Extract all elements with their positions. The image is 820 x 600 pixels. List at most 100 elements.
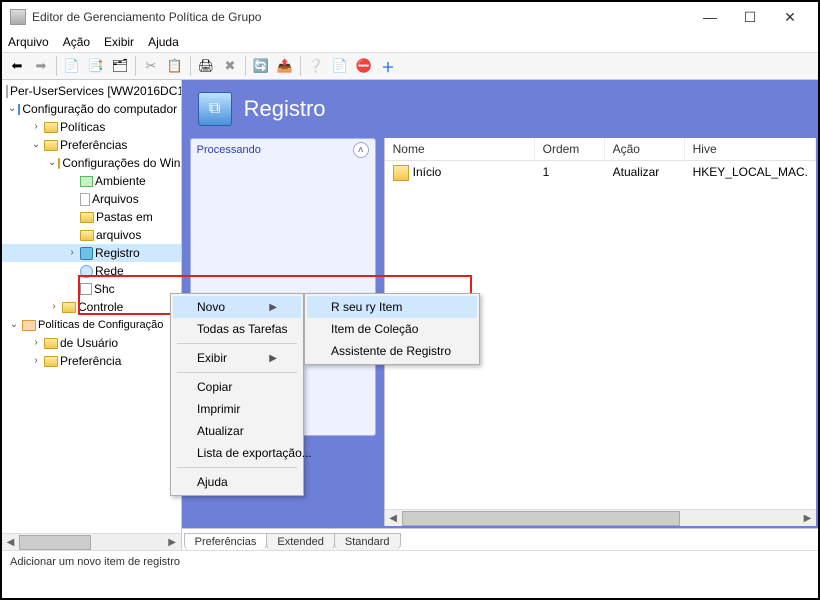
tree-preferencia2[interactable]: › Preferência xyxy=(2,352,181,370)
panel-header[interactable]: Processando ˄ xyxy=(191,139,375,161)
ctx-collection-item[interactable]: Item de Coleção xyxy=(307,318,477,340)
expand-icon[interactable]: › xyxy=(30,352,42,370)
export-icon[interactable]: 📤 xyxy=(274,55,296,77)
up-icon[interactable]: 📄 xyxy=(61,55,83,77)
expand-icon[interactable]: › xyxy=(30,118,42,136)
tree-user-config[interactable]: ⌄ Políticas de Configuração xyxy=(2,316,181,334)
menu-ajuda[interactable]: Ajuda xyxy=(148,35,179,49)
col-nome[interactable]: Nome xyxy=(385,138,535,160)
folder-icon xyxy=(62,302,76,313)
collapse-icon[interactable]: ⌄ xyxy=(8,316,20,334)
scroll-track[interactable] xyxy=(402,511,799,526)
collapse-icon[interactable]: ⌄ xyxy=(48,154,56,172)
add-icon[interactable]: ＋ xyxy=(377,55,399,77)
menu-separator xyxy=(177,343,297,344)
files-icon xyxy=(80,193,90,206)
scroll-right-icon[interactable]: ▶ xyxy=(164,535,181,550)
shortcut-icon xyxy=(80,283,92,295)
collapse-icon[interactable]: ⌄ xyxy=(30,136,42,154)
tree-config-windows[interactable]: ⌄ Configurações do Windows xyxy=(2,154,181,172)
ctx-novo[interactable]: Novo ▶ xyxy=(173,296,301,318)
delete-icon[interactable]: ✖ xyxy=(219,55,241,77)
minimize-button[interactable]: — xyxy=(690,5,730,29)
folder-icon xyxy=(44,356,58,367)
menu-separator xyxy=(177,372,297,373)
tree-h-scrollbar[interactable]: ◀ ▶ xyxy=(2,533,181,550)
col-hive[interactable]: Hive xyxy=(685,138,816,160)
tab-preferencias[interactable]: Preferências xyxy=(184,533,268,550)
cut-icon[interactable]: ✂ xyxy=(140,55,162,77)
ctx-label: Item de Coleção xyxy=(331,322,418,336)
policy-icon xyxy=(6,85,8,98)
scroll-track[interactable] xyxy=(19,535,164,550)
tree-politicas[interactable]: › Políticas xyxy=(2,118,181,136)
col-ordem[interactable]: Ordem xyxy=(535,138,605,160)
print-icon[interactable]: 🖨 xyxy=(195,55,217,77)
ctx-exibir[interactable]: Exibir ▶ xyxy=(173,347,301,369)
ctx-todas-tarefas[interactable]: Todas as Tarefas ▶ xyxy=(173,318,301,340)
tree-root[interactable]: Per-UserServices [WW2016DC1. xyxy=(2,82,181,100)
ctx-label: Ajuda xyxy=(197,475,228,489)
folder-icon xyxy=(58,158,60,169)
tree[interactable]: Per-UserServices [WW2016DC1. ⌄ Configura… xyxy=(2,80,181,372)
ctx-registry-wizard[interactable]: Assistente de Registro xyxy=(307,340,477,362)
cell-nome: Início xyxy=(385,163,535,183)
expand-icon[interactable]: › xyxy=(48,298,60,316)
tree-de-usuario[interactable]: › de Usuário xyxy=(2,334,181,352)
tree-shc[interactable]: Shc xyxy=(2,280,181,298)
expand-icon[interactable]: › xyxy=(30,334,42,352)
cell-text: Início xyxy=(413,165,442,179)
forward-icon[interactable]: ➡ xyxy=(30,55,52,77)
scroll-thumb[interactable] xyxy=(19,535,91,550)
tree-preferencias[interactable]: ⌄ Preferências xyxy=(2,136,181,154)
collapse-icon[interactable]: ⌄ xyxy=(8,100,16,118)
title-bar: Editor de Gerenciamento Política de Grup… xyxy=(2,2,818,32)
content-title: Registro xyxy=(244,96,326,122)
scroll-thumb[interactable] xyxy=(402,511,680,526)
tree-ambiente[interactable]: Ambiente xyxy=(2,172,181,190)
expand-icon[interactable]: › xyxy=(66,244,78,262)
help-icon[interactable]: ❔ xyxy=(305,55,327,77)
tree-rede[interactable]: Rede xyxy=(2,262,181,280)
ctx-ajuda[interactable]: Ajuda xyxy=(173,471,301,493)
scroll-left-icon[interactable]: ◀ xyxy=(385,511,402,526)
tree-arquivos2[interactable]: arquivos xyxy=(2,226,181,244)
ctx-atualizar[interactable]: Atualizar xyxy=(173,420,301,442)
list-row[interactable]: Início 1 Atualizar HKEY_LOCAL_MAC. xyxy=(385,161,816,185)
show-hide-icon[interactable]: 📑 xyxy=(85,55,107,77)
list-h-scrollbar[interactable]: ◀ ▶ xyxy=(385,509,816,526)
context-menu[interactable]: Novo ▶ Todas as Tarefas ▶ Exibir ▶ Copia… xyxy=(170,293,304,496)
tree-label: Ambiente xyxy=(95,172,146,190)
scroll-right-icon[interactable]: ▶ xyxy=(799,511,816,526)
close-button[interactable]: ✕ xyxy=(770,5,810,29)
context-submenu[interactable]: R seu ry Item Item de Coleção Assistente… xyxy=(304,293,480,365)
menu-arquivo[interactable]: Arquivo xyxy=(8,35,49,49)
tree-arquivos[interactable]: Arquivos xyxy=(2,190,181,208)
stop-icon[interactable]: ⛔ xyxy=(353,55,375,77)
properties-icon[interactable]: 📄 xyxy=(329,55,351,77)
menu-exibir[interactable]: Exibir xyxy=(104,35,134,49)
col-acao[interactable]: Ação xyxy=(605,138,685,160)
folder-icon xyxy=(44,122,58,133)
ctx-imprimir[interactable]: Imprimir xyxy=(173,398,301,420)
ctx-exportar[interactable]: Lista de exportação... xyxy=(173,442,301,464)
chevron-up-icon[interactable]: ˄ xyxy=(353,142,369,158)
separator xyxy=(300,56,301,76)
toolbar: ⬅ ➡ 📄 📑 🗂 ✂ 📋 🖨 ✖ 🔄 📤 ❔ 📄 ⛔ ＋ xyxy=(2,52,818,80)
scroll-left-icon[interactable]: ◀ xyxy=(2,535,19,550)
tree-registro[interactable]: › Registro xyxy=(2,244,181,262)
options-icon[interactable]: 🗂 xyxy=(109,55,131,77)
maximize-button[interactable]: ☐ xyxy=(730,5,770,29)
tab-extended[interactable]: Extended xyxy=(266,533,334,550)
tree-label: Rede xyxy=(95,262,124,280)
tree-controle[interactable]: › Controle xyxy=(2,298,181,316)
ctx-copiar[interactable]: Copiar xyxy=(173,376,301,398)
tab-standard[interactable]: Standard xyxy=(334,533,401,550)
ctx-registry-item[interactable]: R seu ry Item xyxy=(307,296,477,318)
back-icon[interactable]: ⬅ xyxy=(6,55,28,77)
copy-icon[interactable]: 📋 xyxy=(164,55,186,77)
menu-acao[interactable]: Ação xyxy=(63,35,90,49)
refresh-icon[interactable]: 🔄 xyxy=(250,55,272,77)
tree-computer-config[interactable]: ⌄ Configuração do computador xyxy=(2,100,181,118)
tree-pastas[interactable]: Pastas em xyxy=(2,208,181,226)
